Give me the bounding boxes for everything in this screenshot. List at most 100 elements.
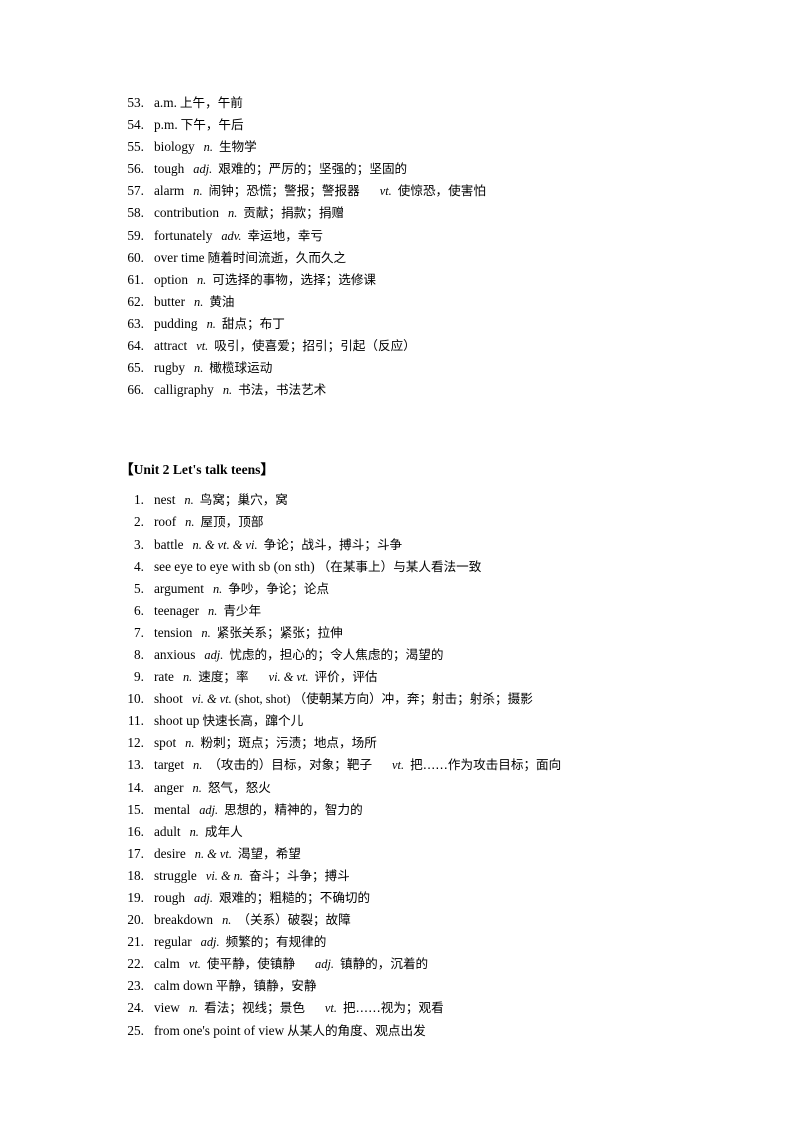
vocab-entry-gloss: 黄油 [209,293,235,309]
vocab-entry: 23. calm down 平静，镇静，安静 [120,975,734,997]
vocab-entry-body: roof n. 屋顶，顶部 [154,511,734,533]
vocab-entry-word: view [154,1000,180,1016]
vocab-entry-part-of-speech: n. [212,581,223,596]
vocab-entry-number: 15. [127,801,144,817]
vocab-entry-number: 25. [127,1022,144,1038]
vocab-entry-word: calm down [154,978,213,994]
vocab-entry-part-of-speech: n. [208,603,218,618]
vocab-entry-gloss: 鸟窝；巢穴，窝 [199,492,288,508]
vocab-entry-gloss: 看法；视线；景色 [204,1000,305,1016]
vocab-entry-word: mental [154,801,191,817]
vocab-entry-body: rugby n. 橄榄球运动 [154,357,734,379]
unit-heading: 【Unit 2 Let's talk teens】 [120,459,734,481]
vocab-entry-number: 10. [127,691,144,707]
vocab-entry-number: 58. [127,205,144,221]
vocab-entry: 53. a.m. 上午，午前 [120,92,734,114]
vocab-entry-body: rate n. 速度；率 vi. & vt. 评价，评估 [154,666,734,688]
vocab-entry: 9. rate n. 速度；率 vi. & vt. 评价，评估 [120,666,734,688]
vocab-entry-inflection: (shot, shot) [234,692,291,707]
vocab-entry-part-of-speech: n. [184,493,194,508]
vocab-entry-part-of-speech: adj. [199,802,219,817]
vocab-entry-part-of-speech: vi. & vt. [191,692,232,707]
vocab-entry-number: 22. [127,956,144,972]
vocab-entry: 66. calligraphy n. 书法，书法艺术 [120,379,734,401]
vocab-entry: 1. nest n. 鸟窝；巢穴，窝 [120,489,734,511]
vocab-entry-gloss: 渴望，希望 [237,845,301,861]
vocab-entry-word: nest [154,492,176,508]
vocab-entry-word: tough [154,161,185,177]
heading-bracket-close: 】 [260,462,275,479]
vocab-entry: 56. tough adj. 艰难的；严厉的；坚强的；坚固的 [120,158,734,180]
vocab-entry: 18. struggle vi. & n. 奋斗；斗争；搏斗 [120,865,734,887]
vocab-entry-number: 64. [127,338,144,354]
vocab-entry-number: 17. [127,845,144,861]
vocab-entry-body: regular adj. 频繁的；有规律的 [154,931,734,953]
vocab-entry: 20. breakdown n. （关系）破裂；故障 [120,909,734,931]
vocab-entry-part-of-speech: vt. [188,957,201,972]
vocab-entry-word: rough [154,890,186,905]
vocab-entry-body: option n. 可选择的事物，选择；选修课 [154,269,734,291]
vocab-entry-body: argument n. 争吵，争论；论点 [154,578,734,600]
vocab-entry-word: regular [154,934,192,950]
vocab-entry-number: 19. [127,890,144,905]
vocab-entry: 13. target n. （攻击的）目标，对象；靶子 vt. 把……作为攻击目标；面向 [120,754,734,776]
vocab-entry-body: rough adj. 艰难的；粗糙的；不确切的 [154,887,734,909]
vocab-entry-word: calm [154,956,180,972]
vocab-entry-part-of-speech: n. [193,184,203,199]
vocab-entry-number: 9. [134,669,144,685]
vocab-entry-gloss: 闹钟；恐慌；警报；警报器 [208,183,360,199]
vocab-entry: 17. desire n. & vt. 渴望，希望 [120,843,734,865]
vocab-entry-number: 59. [127,227,144,243]
vocab-entry-word: from one's point of view [154,1022,285,1038]
vocab-entry: 25. from one's point of view 从某人的角度、观点出发 [120,1020,734,1042]
vocab-entry-part-of-speech: n. [196,272,207,287]
vocab-entry: 62. butter n. 黄油 [120,291,734,313]
vocab-entry-body: see eye to eye with sb (on sth) （在某事上）与某人… [154,556,734,578]
vocab-entry: 10. shoot vi. & vt. (shot, shot) （使朝某方向）冲，奔；… [120,688,734,710]
vocab-entry-body: shoot vi. & vt. (shot, shot) （使朝某方向）冲，奔；射击；… [154,688,734,710]
vocab-entry-body: view n. 看法；视线；景色 vt. 把……视为；观看 [154,997,734,1019]
vocab-entry-word: alarm [154,183,185,199]
vocab-entry-gloss: 吸引，使喜爱；招引；引起（反应） [214,338,416,354]
vocab-entry-part-of-speech: n. [193,758,203,773]
vocab-entry-body: battle n. & vt. & vi. 争论；战斗，搏斗；斗争 [154,534,734,556]
vocab-entry-word: adult [154,823,181,839]
vocab-entry-gloss: 甜点；布丁 [221,315,285,331]
vocab-entry: 5. argument n. 争吵，争论；论点 [120,578,734,600]
vocab-entry-word: argument [154,580,204,596]
vocab-entry-part-of-speech: adj. [193,162,213,177]
vocab-entry-word: p.m. [154,117,178,133]
vocab-entry: 58. contribution n. 贡献；捐款；捐赠 [120,202,734,224]
vocab-entry-gloss-secondary: 把……作为攻击目标；面向 [410,757,562,773]
vocab-entry-word: tension [154,624,193,640]
vocab-entry-gloss: 青少年 [223,602,262,618]
vocab-entry-word: shoot [154,691,183,707]
vocab-entry: 65. rugby n. 橄榄球运动 [120,357,734,379]
vocab-entry: 4. see eye to eye with sb (on sth) （在某事上）与… [120,556,734,578]
vocab-entry-gloss: 屋顶，顶部 [200,514,264,530]
vocab-entry-body: calligraphy n. 书法，书法艺术 [154,379,734,401]
vocab-entry-word: butter [154,293,186,309]
heading-title: Unit 2 Let's talk teens [133,462,261,478]
vocab-entry-word: struggle [154,867,197,883]
vocab-entry-gloss: 从某人的角度、观点出发 [287,1022,426,1038]
vocab-entry-body: calm vt. 使平静，使镇静 adj. 镇静的，沉着的 [154,953,734,975]
vocab-entry-body: mental adj. 思想的，精神的，智力的 [154,799,734,821]
vocab-entry-number: 1. [134,492,144,508]
vocab-entry-gloss: 平静，镇静，安静 [215,978,317,994]
vocab-entry: 21. regular adj. 频繁的；有规律的 [120,931,734,953]
vocab-entry-word: spot [154,735,177,751]
vocab-entry-gloss: 艰难的；粗糙的；不确切的 [218,890,371,905]
vocab-entry: 3. battle n. & vt. & vi. 争论；战斗，搏斗；斗争 [120,534,734,556]
vocab-entry-number: 6. [134,602,144,618]
vocab-entry: 14. anger n. 怒气，怒火 [120,777,734,799]
vocab-entry-number: 23. [127,978,144,994]
vocab-entry: 57. alarm n. 闹钟；恐慌；警报；警报器 vt. 使惊恐，使害怕 [120,180,734,202]
vocab-entry-body: target n. （攻击的）目标，对象；靶子 vt. 把……作为攻击目标；面向 [154,754,734,776]
vocab-entry-gloss: 奋斗；斗争；搏斗 [249,867,350,883]
vocab-entry-gloss: （攻击的）目标，对象；靶子 [208,757,373,773]
vocab-entry-body: attract vt. 吸引，使喜爱；招引；引起（反应） [154,335,734,357]
vocab-entry-body: desire n. & vt. 渴望，希望 [154,843,734,865]
vocab-entry-part-of-speech: n. [222,383,233,398]
vocab-entry-body: struggle vi. & n. 奋斗；斗争；搏斗 [154,865,734,887]
